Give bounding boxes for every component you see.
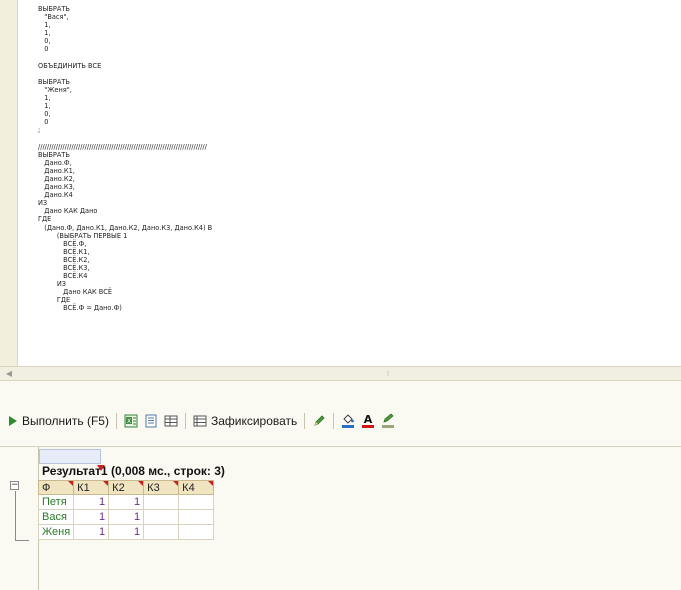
play-icon [9, 416, 17, 426]
font-color-icon: A [362, 413, 375, 428]
toolbar-separator [304, 413, 306, 429]
column-header-k4[interactable]: К4 [178, 480, 215, 495]
results-table: Ф К1 К2 К3 К4 Петя 1 1 Вася 1 1 Женя 1 1 [37, 480, 215, 540]
edit-button[interactable] [309, 410, 329, 432]
scroll-left-arrow-icon[interactable]: ◀ [3, 368, 15, 380]
cell-k4[interactable] [178, 509, 215, 525]
table-row[interactable]: Женя 1 1 [37, 524, 215, 540]
fix-table-button[interactable]: Зафиксировать [190, 410, 300, 432]
column-header-k3[interactable]: К3 [143, 480, 180, 495]
cell-f[interactable]: Женя [37, 524, 75, 540]
cell-k1[interactable]: 1 [73, 494, 110, 510]
run-button[interactable]: Выполнить (F5) [6, 410, 112, 432]
cell-k2[interactable]: 1 [108, 524, 145, 540]
table-view-button[interactable] [161, 410, 181, 432]
result-title: Результат1 (0,008 мс., строк: 3) [42, 464, 225, 478]
cell-k2[interactable]: 1 [108, 509, 145, 525]
table-icon [164, 415, 178, 427]
query-text[interactable]: ВЫБРАТЬ "Вася", 1, 1, 0, 0 ОБЪЕДИНИТЬ ВС… [38, 5, 212, 313]
font-color-button[interactable]: A [358, 410, 378, 432]
horizontal-scrollbar[interactable]: ◀ ⁞ [0, 366, 681, 381]
tree-line [15, 540, 29, 541]
table-header-row: Ф К1 К2 К3 К4 [37, 480, 215, 495]
run-button-label: Выполнить (F5) [22, 414, 109, 428]
toolbar: Выполнить (F5) X Зафиксировать A [0, 408, 681, 434]
excel-export-icon: X [124, 414, 138, 428]
export-text-button[interactable] [141, 410, 161, 432]
fill-color-icon [342, 414, 355, 428]
export-excel-button[interactable]: X [121, 410, 141, 432]
cell-k2[interactable]: 1 [108, 494, 145, 510]
table-row[interactable]: Петя 1 1 [37, 494, 215, 510]
text-export-icon [145, 414, 157, 428]
scroll-thumb-grip-icon[interactable]: ⁞ [384, 368, 392, 380]
column-header-f[interactable]: Ф [37, 480, 75, 495]
cell-k3[interactable] [143, 524, 180, 540]
toolbar-separator [115, 413, 117, 429]
collapse-icon[interactable]: − [10, 481, 19, 490]
editor-gutter [0, 0, 18, 366]
svg-text:A: A [364, 413, 373, 426]
cell-k3[interactable] [143, 494, 180, 510]
results-panel: − Результат1 (0,008 мс., строк: 3) Ф К1 … [0, 446, 681, 590]
cell-k4[interactable] [178, 524, 215, 540]
highlight-icon [382, 413, 395, 428]
cell-f[interactable]: Вася [37, 509, 75, 525]
cell-f[interactable]: Петя [37, 494, 75, 510]
query-editor[interactable]: ВЫБРАТЬ "Вася", 1, 1, 0, 0 ОБЪЕДИНИТЬ ВС… [0, 0, 681, 366]
edit-icon [314, 415, 325, 426]
toolbar-separator [184, 413, 186, 429]
svg-text:X: X [127, 418, 131, 425]
column-header-k1[interactable]: К1 [73, 480, 110, 495]
fix-table-icon [193, 415, 207, 427]
fill-color-button[interactable] [338, 410, 358, 432]
results-corner-cell[interactable] [39, 449, 101, 464]
column-header-k2[interactable]: К2 [108, 480, 145, 495]
cell-k4[interactable] [178, 494, 215, 510]
fix-table-label: Зафиксировать [210, 414, 298, 428]
toolbar-separator [333, 413, 335, 429]
highlight-button[interactable] [378, 410, 398, 432]
tree-line [15, 491, 16, 541]
cell-k1[interactable]: 1 [73, 509, 110, 525]
table-row[interactable]: Вася 1 1 [37, 509, 215, 525]
cell-k3[interactable] [143, 509, 180, 525]
result-marker-icon [97, 465, 105, 471]
cell-k1[interactable]: 1 [73, 524, 110, 540]
